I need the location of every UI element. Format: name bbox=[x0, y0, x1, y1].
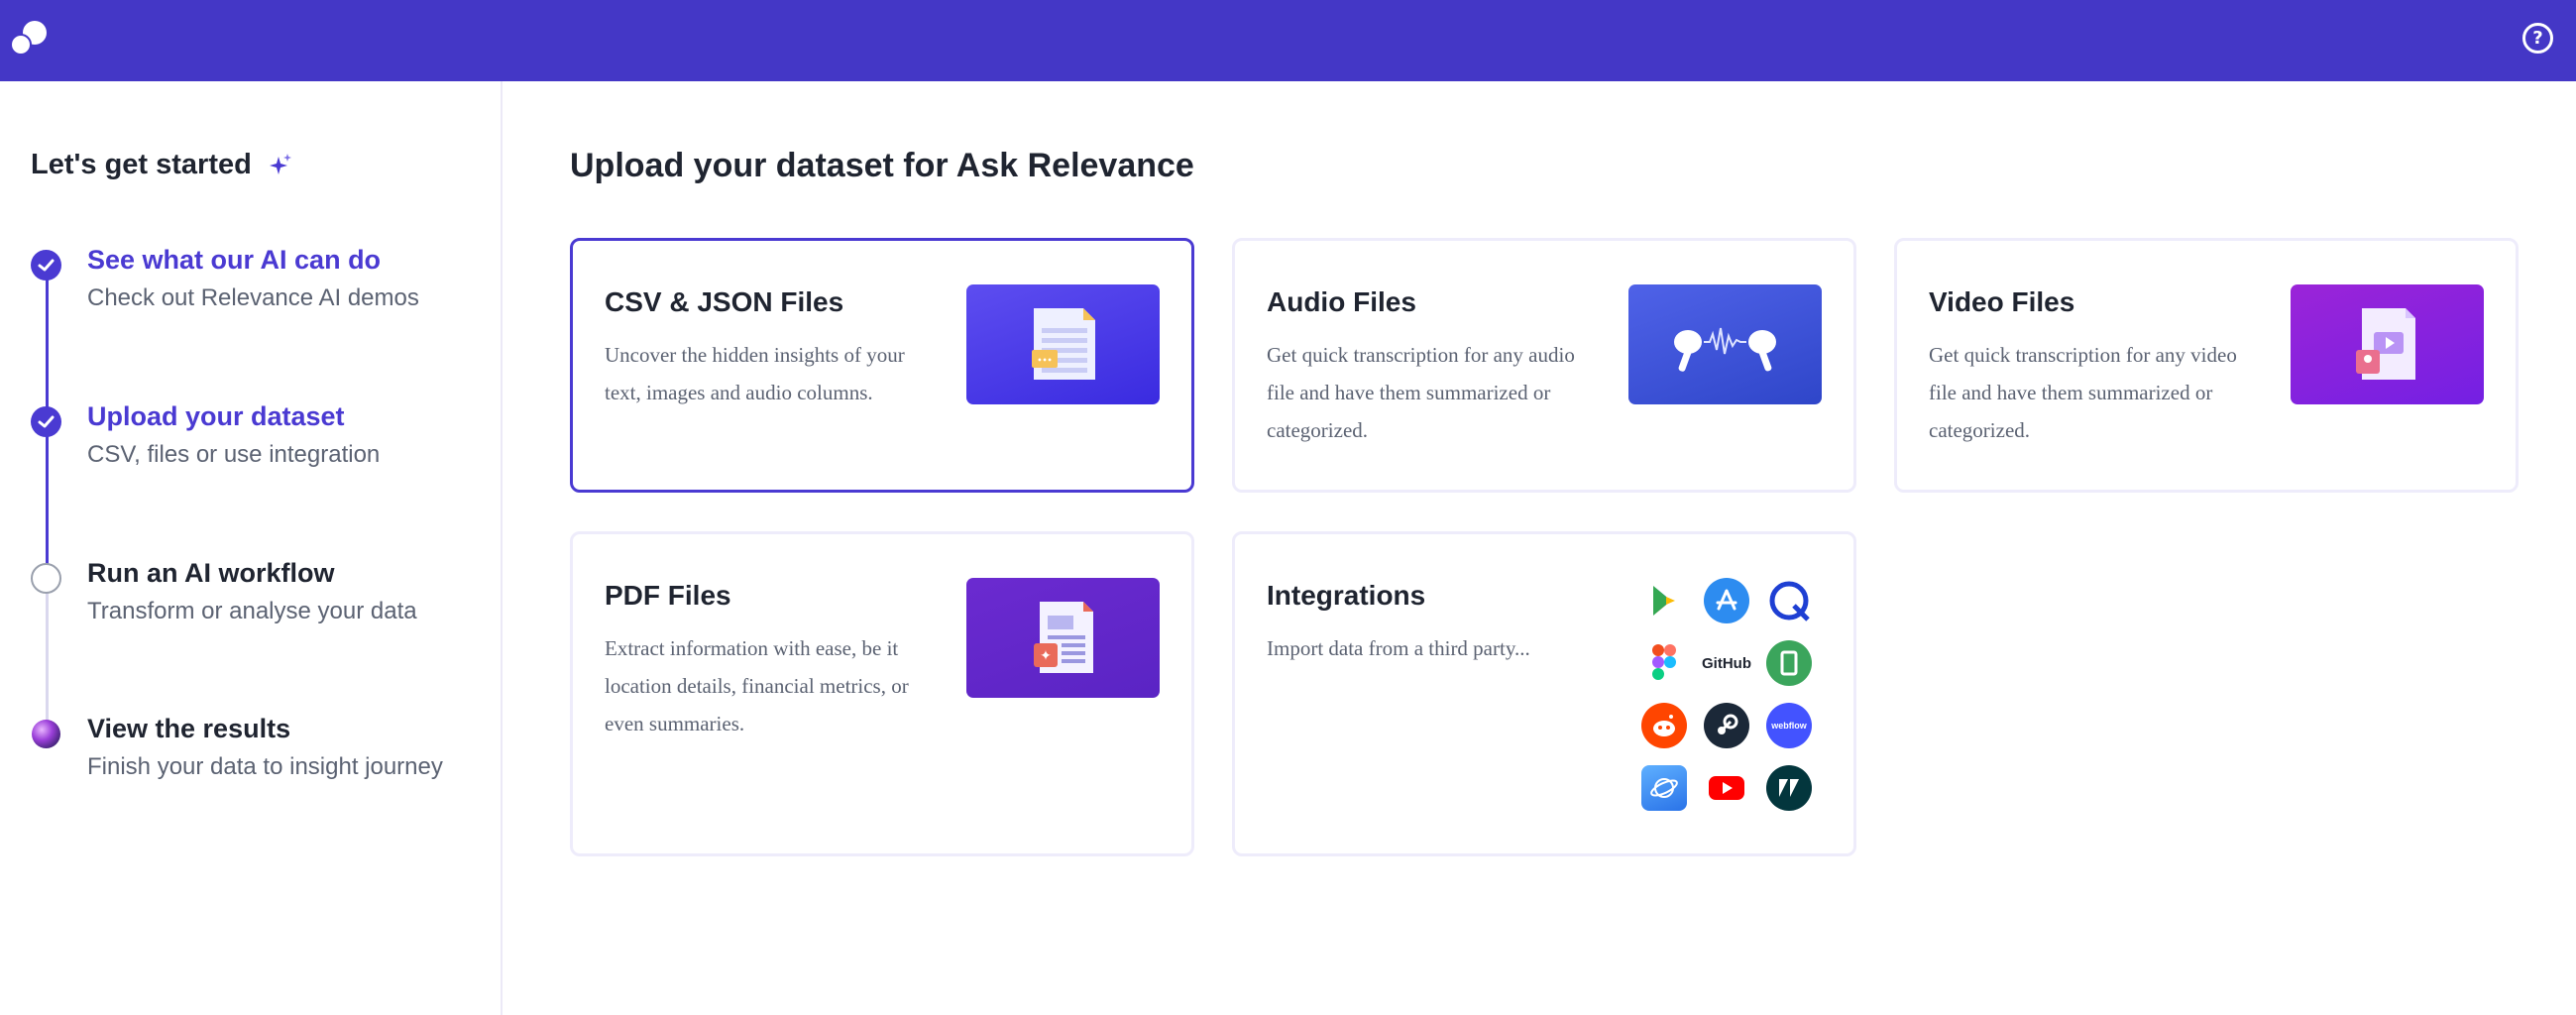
check-icon bbox=[31, 250, 61, 281]
steam-icon[interactable] bbox=[1704, 703, 1749, 748]
svg-text:•••: ••• bbox=[1037, 356, 1052, 365]
step-subtitle: Transform or analyse your data bbox=[87, 598, 417, 624]
card-title: PDF Files bbox=[605, 580, 731, 611]
webflow-icon[interactable]: webflow bbox=[1766, 703, 1812, 748]
earbuds-illustration-icon bbox=[1628, 284, 1822, 404]
step-see-ai[interactable]: See what our AI can do Check out Relevan… bbox=[0, 245, 496, 369]
crystal-ball-icon bbox=[32, 720, 60, 748]
empty-circle-icon bbox=[31, 563, 61, 594]
card-description: Get quick transcription for any video fi… bbox=[1929, 343, 2237, 442]
sidebar-title: Let's get started bbox=[31, 149, 291, 181]
sidebar-title-text: Let's get started bbox=[31, 149, 252, 180]
zendesk-icon[interactable] bbox=[1766, 765, 1812, 811]
sidebar: Let's get started See what our AI can do… bbox=[0, 81, 503, 1015]
step-title: Run an AI workflow bbox=[87, 558, 335, 588]
card-description: Get quick transcription for any audio fi… bbox=[1267, 343, 1575, 442]
integrations-card[interactable]: Integrations Import data from a third pa… bbox=[1232, 531, 1856, 856]
step-upload-dataset[interactable]: Upload your dataset CSV, files or use in… bbox=[0, 401, 496, 525]
step-view-results[interactable]: View the results Finish your data to ins… bbox=[0, 714, 496, 838]
card-title: Integrations bbox=[1267, 580, 1426, 611]
reddit-icon[interactable] bbox=[1641, 703, 1687, 748]
video-file-illustration-icon bbox=[2291, 284, 2484, 404]
step-subtitle: Finish your data to insight journey bbox=[87, 753, 443, 780]
youtube-icon[interactable] bbox=[1704, 765, 1749, 811]
step-run-workflow[interactable]: Run an AI workflow Transform or analyse … bbox=[0, 558, 496, 682]
step-title: See what our AI can do bbox=[87, 245, 382, 275]
card-title: Audio Files bbox=[1267, 286, 1416, 317]
google-play-icon[interactable] bbox=[1641, 578, 1687, 623]
card-description: Uncover the hidden insights of your text… bbox=[605, 343, 905, 404]
pdf-files-card[interactable]: PDF Files Extract information with ease,… bbox=[570, 531, 1194, 856]
check-icon bbox=[31, 406, 61, 437]
card-title: Video Files bbox=[1929, 286, 2075, 317]
step-title: Upload your dataset bbox=[87, 401, 345, 431]
integration-icons-grid: GitHub webflow bbox=[1641, 578, 1830, 846]
video-files-card[interactable]: Video Files Get quick transcription for … bbox=[1894, 238, 2519, 493]
step-subtitle: CSV, files or use integration bbox=[87, 441, 381, 468]
sparkle-icon bbox=[269, 153, 291, 174]
step-title: View the results bbox=[87, 714, 291, 743]
csv-json-card[interactable]: CSV & JSON Files Uncover the hidden insi… bbox=[570, 238, 1194, 493]
card-description: Import data from a third party... bbox=[1267, 636, 1530, 660]
pdf-file-illustration-icon: ✦ bbox=[966, 578, 1160, 698]
github-icon[interactable]: GitHub bbox=[1696, 640, 1757, 686]
green-app-icon[interactable] bbox=[1766, 640, 1812, 686]
card-title: CSV & JSON Files bbox=[605, 286, 844, 317]
top-bar: ? bbox=[0, 0, 2576, 81]
svg-text:✦: ✦ bbox=[1040, 648, 1052, 664]
q-logo-icon[interactable] bbox=[1766, 578, 1812, 623]
step-subtitle: Check out Relevance AI demos bbox=[87, 284, 419, 311]
figma-icon[interactable] bbox=[1641, 640, 1687, 686]
app-store-icon[interactable] bbox=[1704, 578, 1749, 623]
page-title: Upload your dataset for Ask Relevance bbox=[570, 147, 1194, 184]
relevance-logo-icon[interactable] bbox=[10, 20, 50, 56]
audio-files-card[interactable]: Audio Files Get quick transcription for … bbox=[1232, 238, 1856, 493]
help-icon[interactable]: ? bbox=[2522, 23, 2553, 54]
card-description: Extract information with ease, be it loc… bbox=[605, 636, 909, 735]
csv-file-illustration-icon: ••• bbox=[966, 284, 1160, 404]
globe-app-icon[interactable] bbox=[1641, 765, 1687, 811]
